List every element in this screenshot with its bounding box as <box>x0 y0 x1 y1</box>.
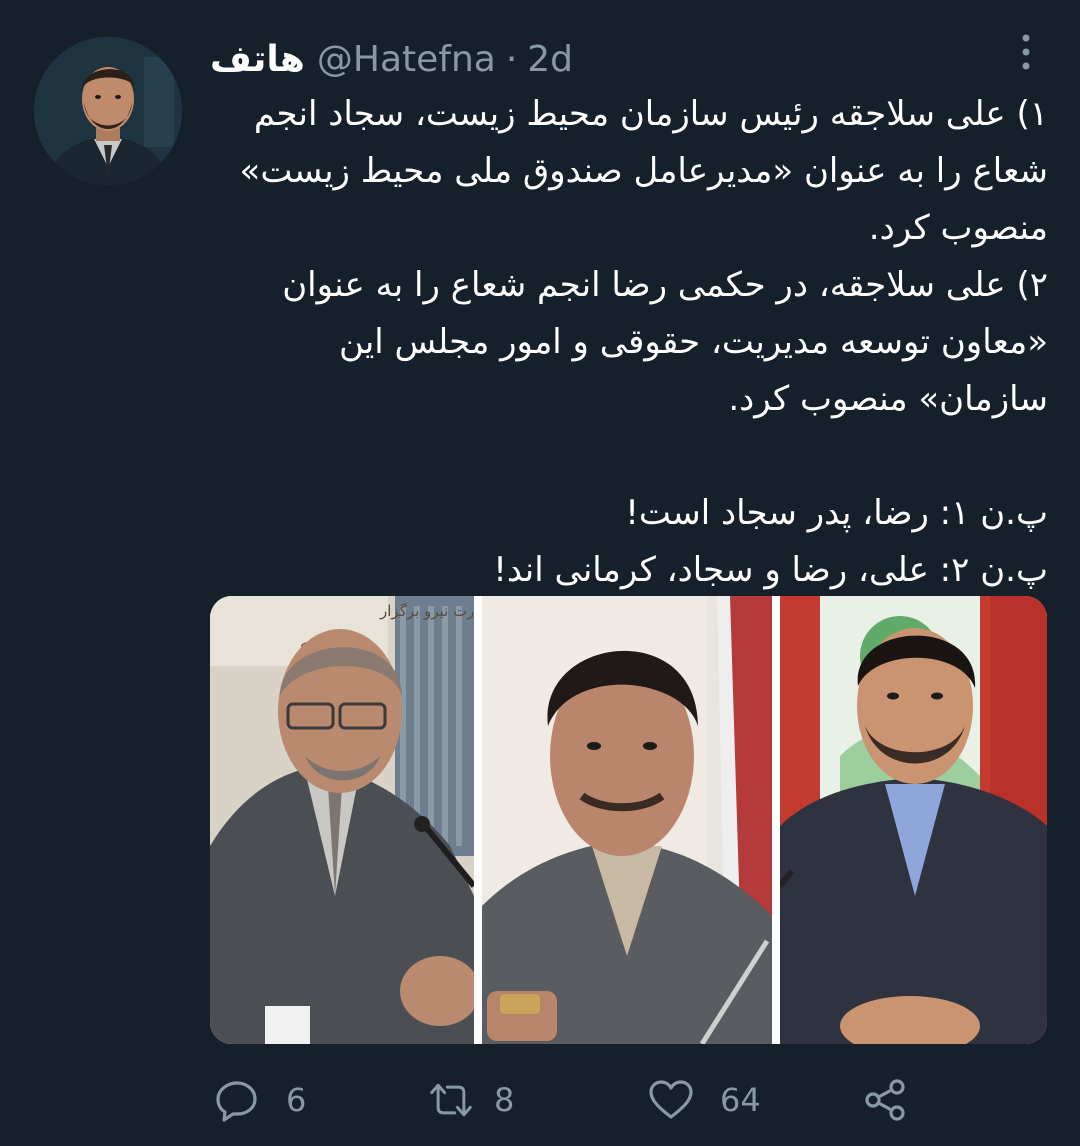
retweet-count: 8 <box>494 1081 515 1119</box>
tweet-actions: 6 8 64 <box>210 1070 950 1130</box>
tweet-media[interactable]: وزارت نیرو برگزار تخصصی به <box>210 596 1047 1044</box>
media-photo-middle[interactable] <box>482 596 772 1044</box>
tweet-note-1: پ.ن ۱: رضا، پدر سجاد است! <box>625 493 1048 533</box>
more-button[interactable] <box>1006 34 1046 74</box>
reply-count: 6 <box>286 1081 307 1119</box>
tweet-paragraph-1: ۱) علی سلاجقه رئیس سازمان محیط زیست، سجا… <box>239 94 1048 248</box>
reply-button[interactable]: 6 <box>214 1070 306 1130</box>
display-name[interactable]: هاتف <box>210 39 305 80</box>
more-vertical-icon <box>1020 32 1032 76</box>
retweet-button[interactable]: 8 <box>428 1070 514 1130</box>
handle[interactable]: @Hatefna <box>317 39 496 80</box>
retweet-icon <box>428 1077 474 1123</box>
like-count: 64 <box>720 1081 761 1119</box>
share-button[interactable] <box>862 1070 908 1130</box>
media-separator <box>474 596 482 1044</box>
tweet-paragraph-2: ۲) علی سلاجقه، در حکمی رضا انجم شعاع را … <box>282 265 1048 419</box>
avatar-portrait <box>34 37 182 185</box>
banner-text-line-1: وزارت نیرو برگزار <box>379 602 474 620</box>
tweet-header: هاتف @Hatefna · 2d <box>210 34 573 84</box>
media-separator <box>772 596 780 1044</box>
media-photo-right[interactable] <box>780 596 1047 1044</box>
separator-dot: · <box>505 38 518 80</box>
reply-icon <box>214 1077 260 1123</box>
heart-icon <box>648 1077 694 1123</box>
tweet-note-2: پ.ن ۲: علی، رضا و سجاد، کرمانی اند! <box>493 550 1048 590</box>
tweet-text: ۱) علی سلاجقه رئیس سازمان محیط زیست، سجا… <box>210 86 1048 599</box>
tweet[interactable]: هاتف @Hatefna · 2d ۱) علی سلاجقه رئیس سا… <box>0 0 1080 1146</box>
timestamp[interactable]: 2d <box>527 39 573 80</box>
like-button[interactable]: 64 <box>648 1070 761 1130</box>
share-icon <box>862 1077 908 1123</box>
avatar[interactable] <box>34 37 182 185</box>
media-photo-left[interactable]: وزارت نیرو برگزار تخصصی به <box>210 596 474 1044</box>
